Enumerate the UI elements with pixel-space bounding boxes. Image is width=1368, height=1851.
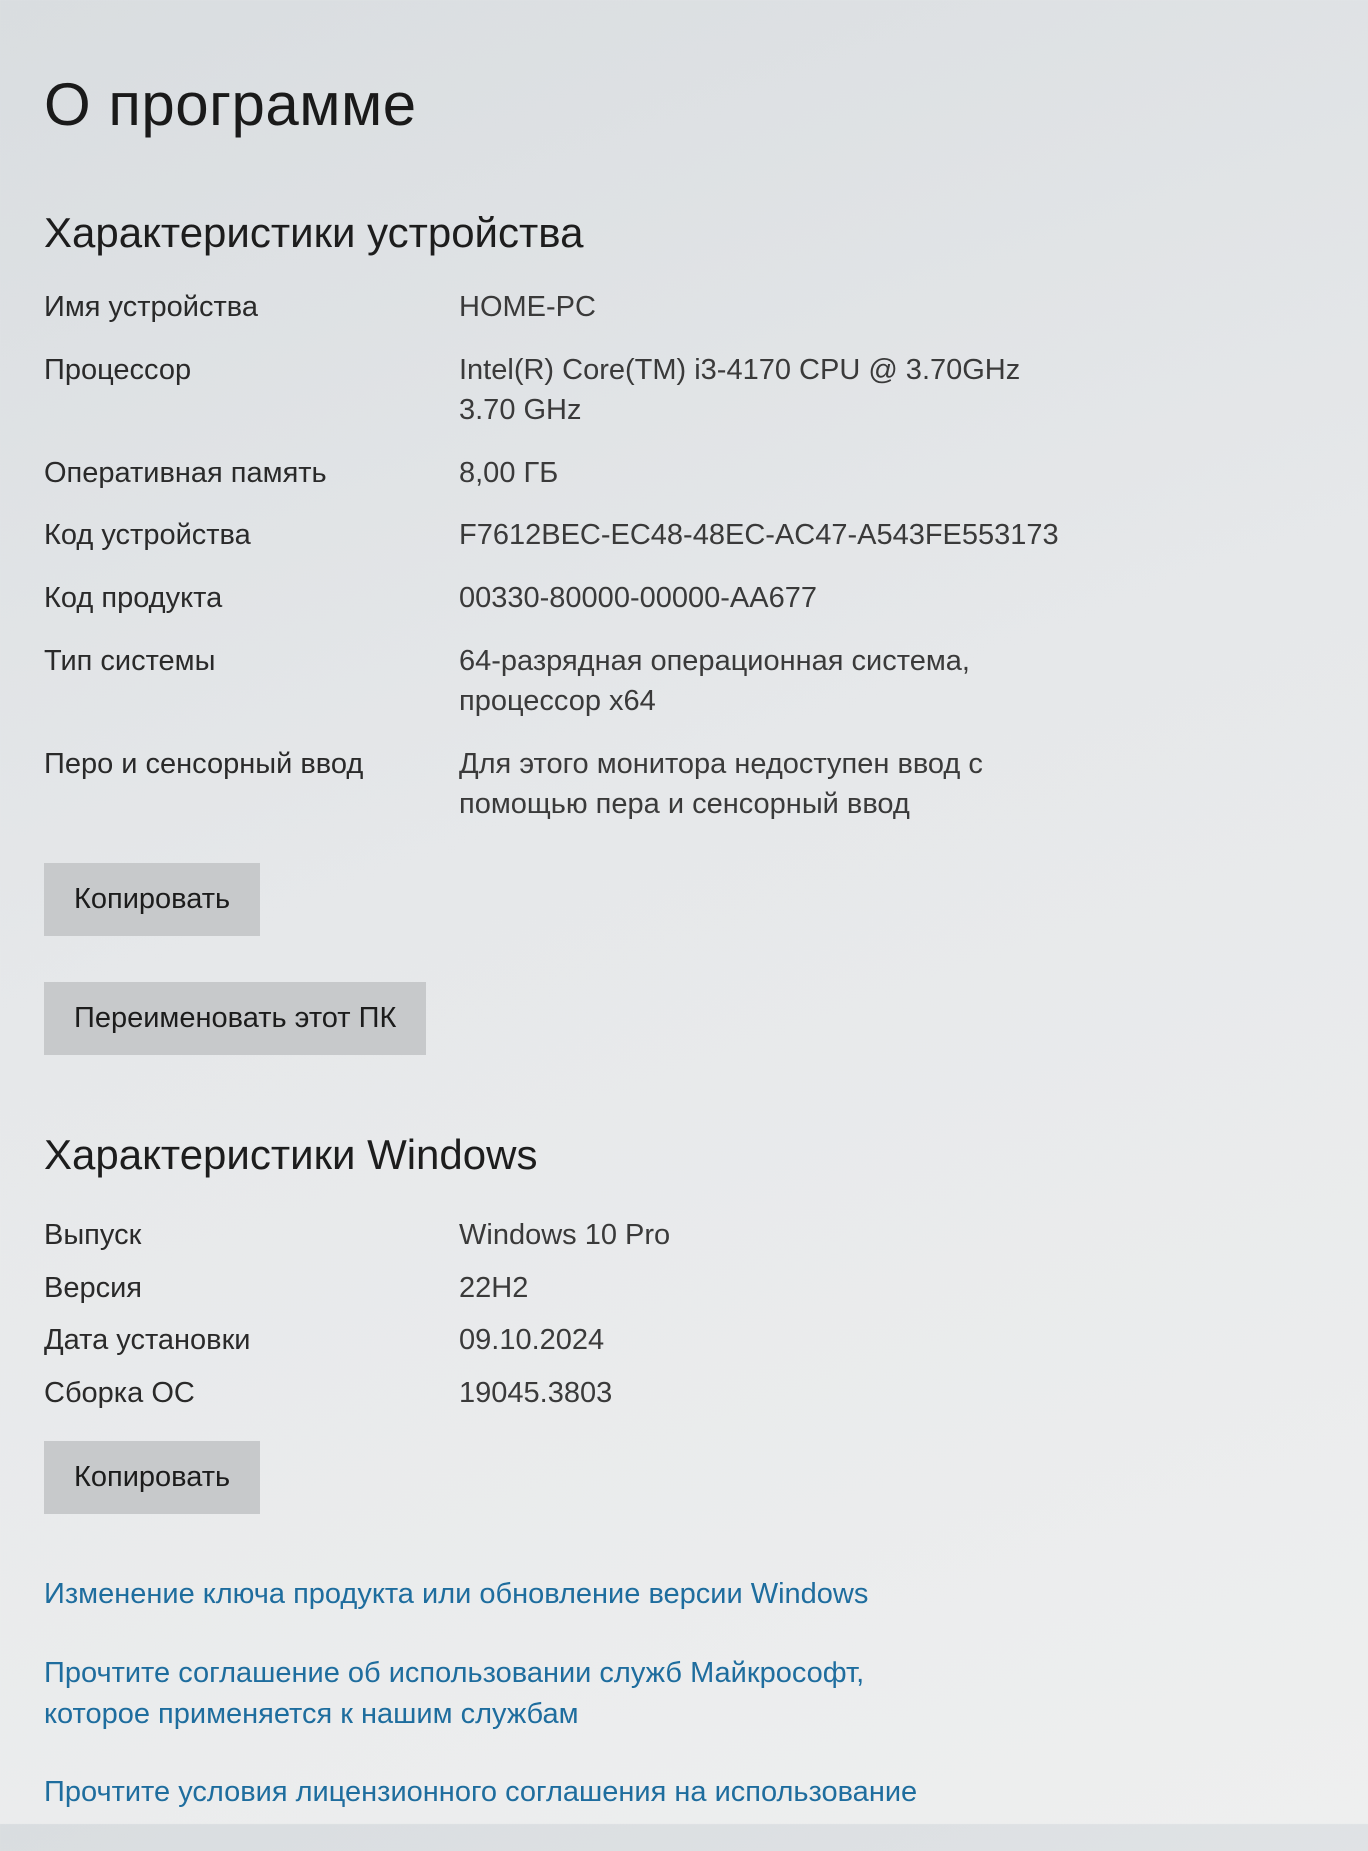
spec-value: Для этого монитора недоступен ввод с пом… xyxy=(459,747,983,821)
spec-value: HOME-PC xyxy=(459,291,596,323)
spec-row-pen-touch: Перо и сенсорный ввод Для этого монитора… xyxy=(44,744,1074,825)
rename-pc-button[interactable]: Переименовать этот ПК xyxy=(44,981,427,1055)
spec-label: Выпуск xyxy=(44,1218,142,1251)
windows-specs-table: Выпуск Windows 10 Pro Версия 22H2 Дата у… xyxy=(44,1215,1074,1413)
spec-row-product-id: Код продукта 00330-80000-00000-AA677 xyxy=(44,578,1074,619)
device-specs-heading: Характеристики устройства xyxy=(44,209,584,256)
services-agreement-link[interactable]: Прочтите соглашение об использовании слу… xyxy=(44,1653,944,1734)
spec-value: 22H2 xyxy=(459,1271,529,1304)
device-specs-table: Имя устройства HOME-PC Процессор Intel(R… xyxy=(44,287,1074,825)
change-product-key-link[interactable]: Изменение ключа продукта или обновление … xyxy=(44,1574,944,1615)
spec-label: Сборка ОС xyxy=(44,1376,195,1409)
spec-row-edition: Выпуск Windows 10 Pro xyxy=(44,1215,1074,1256)
spec-value: 19045.3803 xyxy=(459,1376,613,1409)
windows-specs-section: Характеристики Windows Выпуск Windows 10… xyxy=(44,1130,1284,1515)
related-links: Изменение ключа продукта или обновление … xyxy=(44,1574,1284,1812)
spec-value: 8,00 ГБ xyxy=(459,456,559,489)
spec-value: 64-разрядная операционная система, проце… xyxy=(459,644,970,718)
page-title: О программе xyxy=(44,71,417,138)
spec-label: Тип системы xyxy=(44,644,216,677)
spec-label: Дата установки xyxy=(44,1324,251,1357)
spec-label: Оперативная память xyxy=(44,456,327,489)
copy-device-specs-button[interactable]: Копировать xyxy=(44,862,261,936)
spec-row-os-build: Сборка ОС 19045.3803 xyxy=(44,1373,1074,1414)
spec-label: Код устройства xyxy=(44,519,251,552)
spec-row-device-name: Имя устройства HOME-PC xyxy=(44,287,1074,328)
about-page: О программе Характеристики устройства Им… xyxy=(44,70,1284,1851)
spec-row-ram: Оперативная память 8,00 ГБ xyxy=(44,453,1074,494)
spec-label: Перо и сенсорный ввод xyxy=(44,747,364,780)
spec-value: F7612BEC-EC48-48EC-AC47-A543FE553173 xyxy=(459,519,1059,552)
spec-value: Intel(R) Core(TM) i3-4170 CPU @ 3.70GHz … xyxy=(459,353,1021,427)
device-specs-section: Характеристики устройства Имя устройства… xyxy=(44,209,1284,1055)
spec-label: Код продукта xyxy=(44,581,223,614)
spec-label: Версия xyxy=(44,1271,143,1304)
spec-label: Имя устройства xyxy=(44,291,258,323)
spec-label: Процессор xyxy=(44,353,192,386)
spec-row-version: Версия 22H2 xyxy=(44,1268,1074,1309)
spec-row-device-id: Код устройства F7612BEC-EC48-48EC-AC47-A… xyxy=(44,515,1074,556)
spec-value: Windows 10 Pro xyxy=(459,1218,671,1251)
spec-row-processor: Процессор Intel(R) Core(TM) i3-4170 CPU … xyxy=(44,350,1074,431)
spec-value: 09.10.2024 xyxy=(459,1324,605,1357)
spec-value: 00330-80000-00000-AA677 xyxy=(459,581,817,614)
windows-specs-heading: Характеристики Windows xyxy=(44,1130,538,1178)
license-terms-link[interactable]: Прочтите условия лицензионного соглашени… xyxy=(44,1772,944,1813)
spec-row-install-date: Дата установки 09.10.2024 xyxy=(44,1320,1074,1361)
spec-row-system-type: Тип системы 64-разрядная операционная си… xyxy=(44,641,1074,722)
copy-windows-specs-button[interactable]: Копировать xyxy=(44,1441,261,1515)
